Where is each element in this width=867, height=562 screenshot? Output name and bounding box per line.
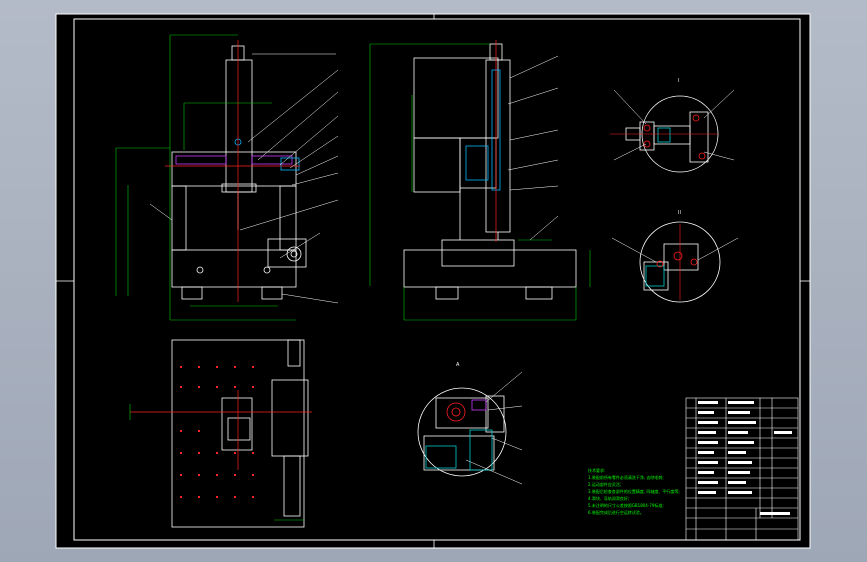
note-line: 4.滑块、导轨润滑良好;	[588, 495, 629, 501]
note-line: 2.运动部件应灵活;	[588, 481, 621, 487]
note-line: 5.未注明的尺寸公差按照GB1804-79标准;	[588, 502, 664, 508]
note-line: 3.装配后检查各部件的位置精度, 同轴度、平行度等;	[588, 488, 680, 494]
cad-viewport: I II A 技术要求: 1.装配前所有零件必须清洗干净, 去除毛刺; 2.运动…	[0, 0, 867, 562]
note-line: 技术要求:	[588, 467, 605, 473]
note-line: 6.装配完成后进行空运转试验。	[588, 509, 644, 515]
detail-a-label: A	[456, 362, 460, 368]
assembly-drawing: I II A 技术要求: 1.装配前所有零件必须清洗干净, 去除毛刺; 2.运动…	[55, 13, 811, 549]
detail-i-label: I	[678, 78, 679, 84]
detail-ii-label: II	[678, 210, 681, 216]
note-line: 1.装配前所有零件必须清洗干净, 去除毛刺;	[588, 474, 664, 480]
